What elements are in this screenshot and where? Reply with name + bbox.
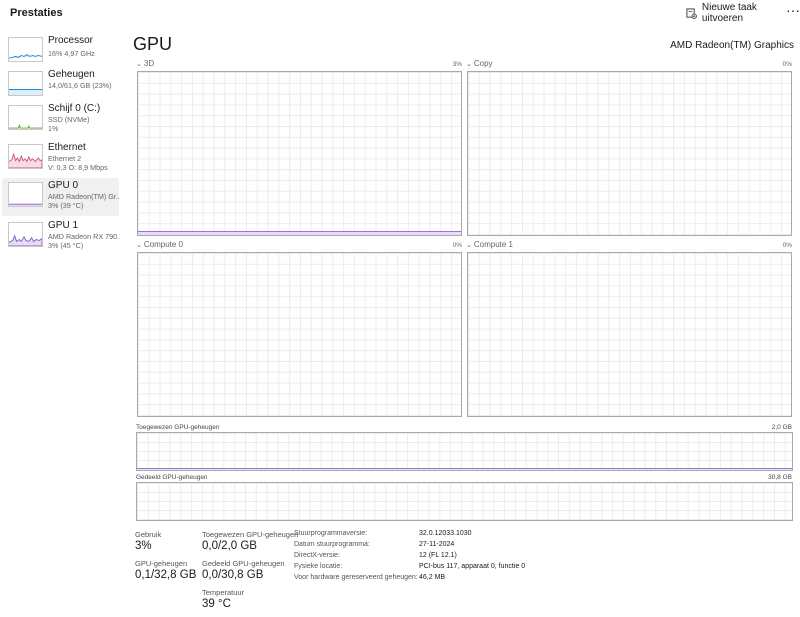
ethernet-thumbnail — [8, 144, 43, 169]
sidebar-item-detail: SSD (NVMe) — [48, 115, 90, 124]
engine-selector-compute-1[interactable]: ⌄ Compute 1 — [466, 240, 513, 249]
sidebar-item-title: Schijf 0 (C:) — [48, 103, 101, 114]
device-name: AMD Radeon(TM) Graphics — [670, 40, 794, 51]
physical-location-value: PCI-bus 117, apparaat 0, functie 0 — [419, 563, 526, 570]
dedicated-memory-label: Toegewezen GPU-geheugen — [202, 530, 299, 539]
gpu-1-thumbnail — [8, 222, 43, 247]
graph-3d — [137, 71, 462, 236]
sidebar-item-detail: 3% (39 °C) — [48, 201, 84, 210]
dedicated-memory-value: 0,0/2,0 GB — [202, 540, 257, 552]
sidebar-item-gpu-1[interactable]: GPU 1 AMD Radeon RX 790... 3% (45 °C) — [2, 218, 120, 256]
chevron-down-icon: ⌄ — [136, 60, 142, 68]
chevron-down-icon: ⌄ — [466, 60, 472, 68]
shared-memory-graph-label: Gedeeld GPU-geheugen — [136, 474, 208, 481]
gpu-0-thumbnail — [8, 182, 43, 207]
physical-location-key: Fysieke locatie: — [294, 563, 343, 570]
sidebar-item-title: Processor — [48, 35, 94, 46]
disk-thumbnail — [8, 105, 43, 130]
graph-copy — [467, 71, 792, 236]
engine-name: Copy — [473, 59, 493, 68]
engine-percent: 0% — [782, 61, 792, 68]
sidebar-item-detail: V: 0,3 O: 8,9 Mbps — [48, 163, 108, 172]
directx-version-key: DirectX-versie: — [294, 552, 340, 559]
shared-memory-graph — [136, 482, 793, 521]
engine-percent: 0% — [782, 242, 792, 249]
driver-version-key: Stuurprogrammaversie: — [294, 530, 368, 537]
hardware-reserved-memory-value: 46,2 MB — [419, 574, 446, 581]
sidebar-item-detail: 3% (45 °C) — [48, 241, 84, 250]
sidebar-item-detail: 1% — [48, 124, 59, 133]
engine-name: Compute 0 — [143, 240, 184, 249]
sidebar-item-title: GPU 1 — [48, 220, 79, 231]
hardware-reserved-memory-key: Voor hardware gereserveerd geheugen: — [294, 574, 418, 581]
usage-line — [137, 468, 792, 469]
sidebar-item-detail: 14,0/61,6 GB (23%) — [48, 81, 112, 90]
sidebar-item-title: GPU 0 — [48, 180, 79, 191]
sidebar-item-title: Ethernet — [48, 142, 86, 153]
dedicated-memory-graph-label: Toegewezen GPU-geheugen — [136, 424, 220, 431]
new-task-icon — [686, 8, 697, 19]
sidebar-item-detail: AMD Radeon RX 790... — [48, 232, 120, 241]
engine-name: Compute 1 — [473, 240, 514, 249]
memory-thumbnail — [8, 71, 43, 96]
engine-percent: 0% — [452, 242, 462, 249]
temperature-label: Temperatuur — [202, 588, 245, 597]
sidebar-item-detail: AMD Radeon(TM) Gr... — [48, 192, 120, 201]
shared-memory-graph-max: 30,8 GB — [768, 474, 792, 481]
new-task-button[interactable]: Nieuwe taak uitvoeren — [686, 2, 800, 24]
engine-percent: 3% — [452, 61, 462, 68]
gpu-memory-value: 0,1/32,8 GB — [135, 569, 197, 581]
usage-label: Gebruik — [135, 530, 162, 539]
graph-compute-0 — [137, 252, 462, 417]
shared-memory-label: Gedeeld GPU-geheugen — [202, 559, 285, 568]
dedicated-memory-graph-max: 2,0 GB — [771, 424, 792, 431]
driver-date-key: Datum stuurprogramma: — [294, 541, 370, 548]
engine-selector-copy[interactable]: ⌄ Copy — [466, 59, 493, 68]
usage-fill — [138, 231, 461, 235]
engine-name: 3D — [143, 59, 155, 68]
sidebar-item-gpu-0[interactable]: GPU 0 AMD Radeon(TM) Gr... 3% (39 °C) — [2, 178, 120, 216]
sidebar-item-disk[interactable]: Schijf 0 (C:) SSD (NVMe) 1% — [2, 101, 119, 139]
temperature-value: 39 °C — [202, 598, 231, 610]
sidebar-item-processor[interactable]: Processor 16% 4,97 GHz — [2, 33, 119, 71]
shared-memory-value: 0,0/30,8 GB — [202, 569, 264, 581]
driver-date-value: 27-11-2024 — [419, 541, 455, 548]
usage-value: 3% — [135, 540, 152, 552]
gpu-memory-label: GPU-geheugen — [135, 559, 188, 568]
chevron-down-icon: ⌄ — [466, 241, 472, 249]
sidebar-item-detail: 16% 4,97 GHz — [48, 49, 95, 58]
more-options-button[interactable]: ··· — [786, 2, 800, 18]
processor-thumbnail — [8, 37, 43, 62]
page-title: GPU — [133, 34, 173, 54]
page-heading: Prestaties — [10, 7, 63, 19]
engine-selector-compute-0[interactable]: ⌄ Compute 0 — [136, 240, 183, 249]
title-bar: Prestaties Nieuwe taak uitvoeren ··· — [0, 0, 800, 26]
chevron-down-icon: ⌄ — [136, 241, 142, 249]
driver-version-value: 32.0.12033.1030 — [419, 530, 472, 537]
engine-selector-3d[interactable]: ⌄ 3D — [136, 59, 154, 68]
sidebar-item-title: Geheugen — [48, 69, 95, 80]
sidebar-item-detail: Ethernet 2 — [48, 154, 82, 163]
sidebar-item-ethernet[interactable]: Ethernet Ethernet 2 V: 0,3 O: 8,9 Mbps — [2, 140, 119, 178]
sidebar-item-memory[interactable]: Geheugen 14,0/61,6 GB (23%) — [2, 67, 119, 105]
directx-version-value: 12 (FL 12.1) — [419, 552, 457, 559]
dedicated-memory-graph — [136, 432, 793, 471]
graph-compute-1 — [467, 252, 792, 417]
